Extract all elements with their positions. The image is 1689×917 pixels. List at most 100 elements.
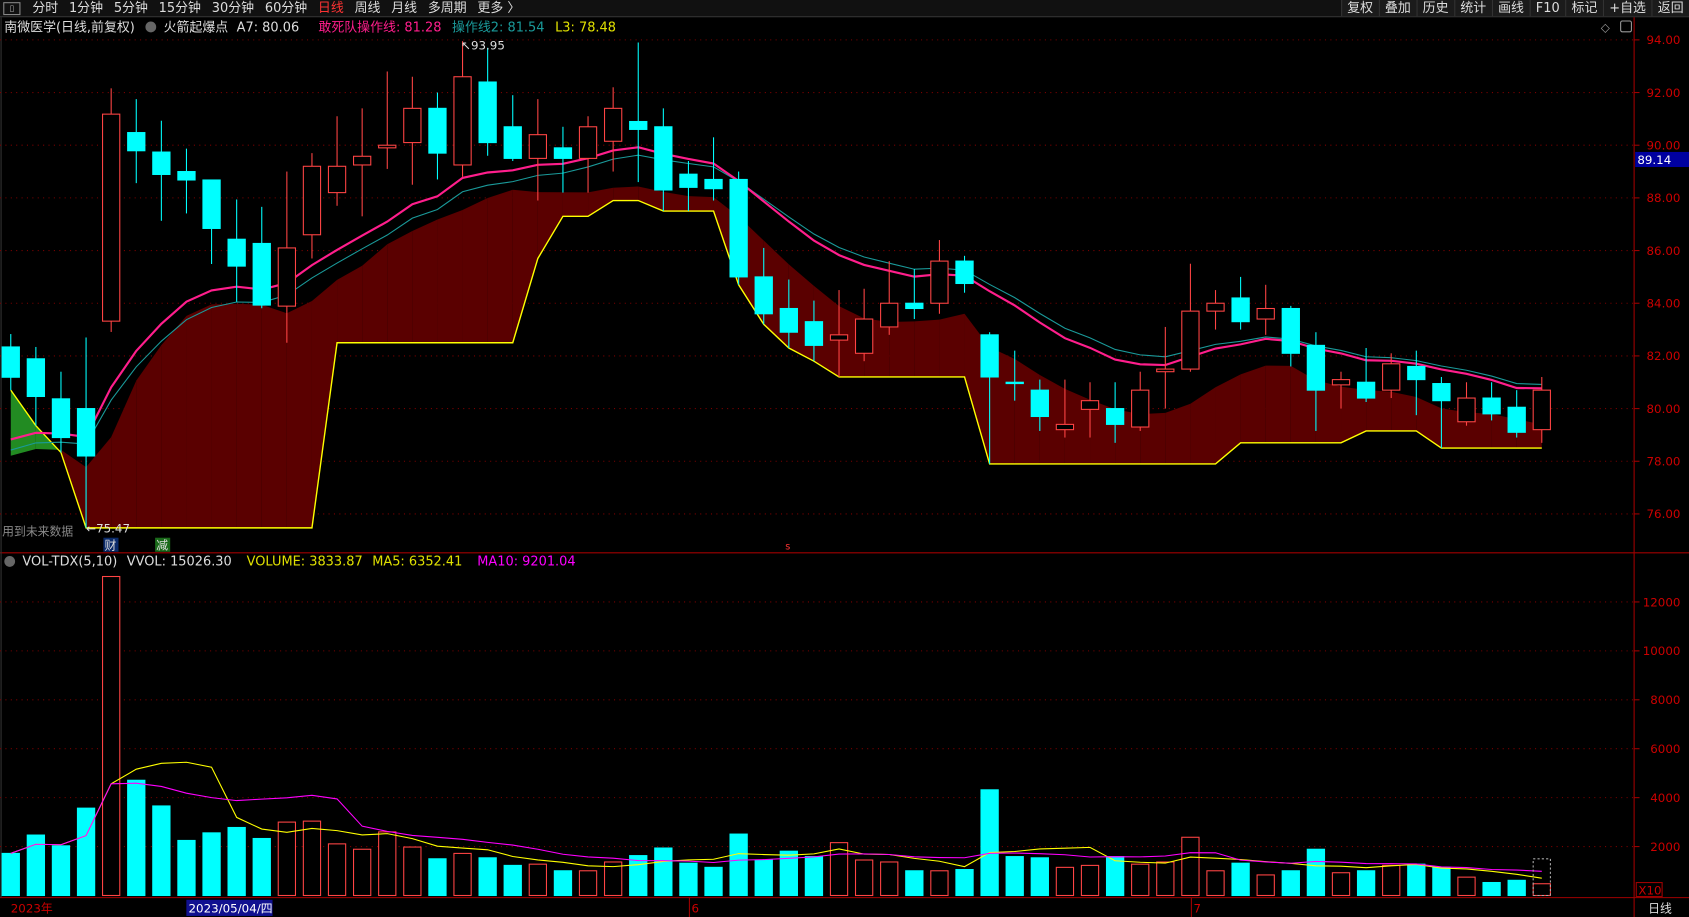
volume-tick-label: 2000 — [1650, 840, 1680, 854]
volume-bar — [1156, 861, 1175, 897]
volume-tick-label: 4000 — [1650, 791, 1680, 805]
candle-body — [428, 107, 447, 154]
volume-bar — [629, 855, 648, 897]
volume-bar — [76, 807, 96, 897]
price-tick-label: 84.00 — [1647, 297, 1681, 311]
candle-body — [1482, 397, 1501, 415]
candle-body — [478, 81, 497, 144]
candle-body — [854, 318, 874, 354]
candle — [478, 47, 497, 156]
candle-body — [754, 276, 773, 315]
candle-body — [679, 173, 698, 188]
volume-bar — [905, 870, 924, 897]
volume-bar — [127, 779, 146, 897]
volume-bar — [202, 832, 221, 897]
volume-bar — [754, 859, 773, 897]
marker-cai: 财 — [104, 539, 116, 553]
indicator-fill-band — [1215, 374, 1241, 464]
candle — [26, 346, 46, 426]
indicator-fill-band — [311, 279, 338, 528]
candle-body — [1306, 344, 1326, 391]
volume-bar — [1407, 863, 1426, 897]
candle-body — [1131, 389, 1150, 428]
indicator-fill-band — [236, 303, 262, 528]
volume-bar — [1356, 870, 1376, 897]
candle — [152, 120, 171, 221]
price-volume-chart[interactable]: 94.00 92.00 90.00 88.00 86.00 84.00 82.00 80.00… — [0, 0, 1689, 917]
indicator-fill-band — [1391, 391, 1417, 431]
candle-body — [1407, 365, 1426, 381]
candle-body — [277, 247, 297, 307]
candle-body — [327, 165, 347, 194]
candle-body — [729, 178, 748, 278]
period-label: 日线 — [1648, 902, 1672, 916]
candle-body — [1181, 310, 1200, 370]
candle-body — [378, 144, 397, 149]
volume-bar — [854, 859, 874, 897]
candle — [1131, 371, 1150, 431]
volume-tick-label: 12000 — [1643, 595, 1681, 609]
candle-body — [177, 171, 196, 181]
candle-body — [227, 238, 246, 267]
candle — [1, 334, 20, 391]
candle-body — [503, 126, 522, 159]
volume-bar — [1231, 862, 1250, 897]
price-tick-label: 78.00 — [1647, 455, 1681, 469]
candle — [1206, 290, 1225, 330]
candle — [1156, 326, 1175, 409]
candle-body — [1457, 397, 1476, 423]
candle-body — [553, 147, 573, 159]
candle — [1457, 382, 1476, 426]
cursor-date-label: 2023/05/04/四 — [189, 902, 273, 916]
candle — [1356, 348, 1376, 402]
indicator-fill-band — [261, 304, 287, 528]
candle-body — [654, 126, 673, 191]
indicator-fill-band — [939, 313, 965, 377]
volume-bar — [1030, 857, 1049, 897]
month-6-label: 6 — [692, 902, 700, 916]
indicator-fill-band — [437, 210, 463, 343]
candle — [930, 240, 949, 314]
price-tick-label: 82.00 — [1647, 349, 1681, 363]
volume-bar — [1080, 864, 1100, 897]
volume-bar — [252, 837, 271, 897]
candle-body — [76, 408, 96, 457]
indicator-fill-band — [337, 265, 363, 343]
candle — [553, 126, 573, 193]
candle — [1181, 263, 1200, 372]
volume-bar — [102, 575, 121, 897]
volume-bar — [227, 826, 246, 897]
price-tick-label: 92.00 — [1647, 86, 1681, 100]
volume-bar — [51, 845, 71, 897]
volume-bar — [177, 839, 196, 897]
candle-body — [704, 178, 723, 190]
indicator-fill-band — [1416, 396, 1442, 449]
candle-body — [1356, 381, 1376, 399]
candle-body — [352, 155, 372, 166]
candle-body — [1532, 389, 1551, 431]
volume-bar — [1206, 870, 1225, 897]
volume-bar — [428, 858, 447, 897]
candle-body — [1055, 423, 1075, 431]
indicator-fill-band — [1039, 374, 1065, 464]
volume-bar — [403, 846, 422, 897]
volume-bar — [277, 821, 297, 897]
indicator-fill-band — [512, 189, 538, 343]
candle-body — [252, 242, 271, 306]
candle-body — [1256, 307, 1275, 320]
candle-body — [51, 398, 71, 439]
candle-body — [202, 179, 221, 229]
volume-bar — [1055, 866, 1075, 897]
volume-bar — [478, 857, 497, 897]
volume-bar — [930, 870, 949, 897]
candle-body — [779, 307, 798, 333]
candle-body — [905, 302, 924, 310]
candle-body — [1382, 363, 1401, 391]
volume-bar — [1281, 870, 1300, 897]
year-label: 2023年 — [11, 902, 53, 916]
indicator-fill-band — [111, 380, 137, 528]
indicator-fill-band — [688, 196, 714, 212]
volume-bar — [578, 870, 598, 897]
volume-bar — [1005, 856, 1024, 897]
indicator-fill-band — [1165, 403, 1191, 464]
